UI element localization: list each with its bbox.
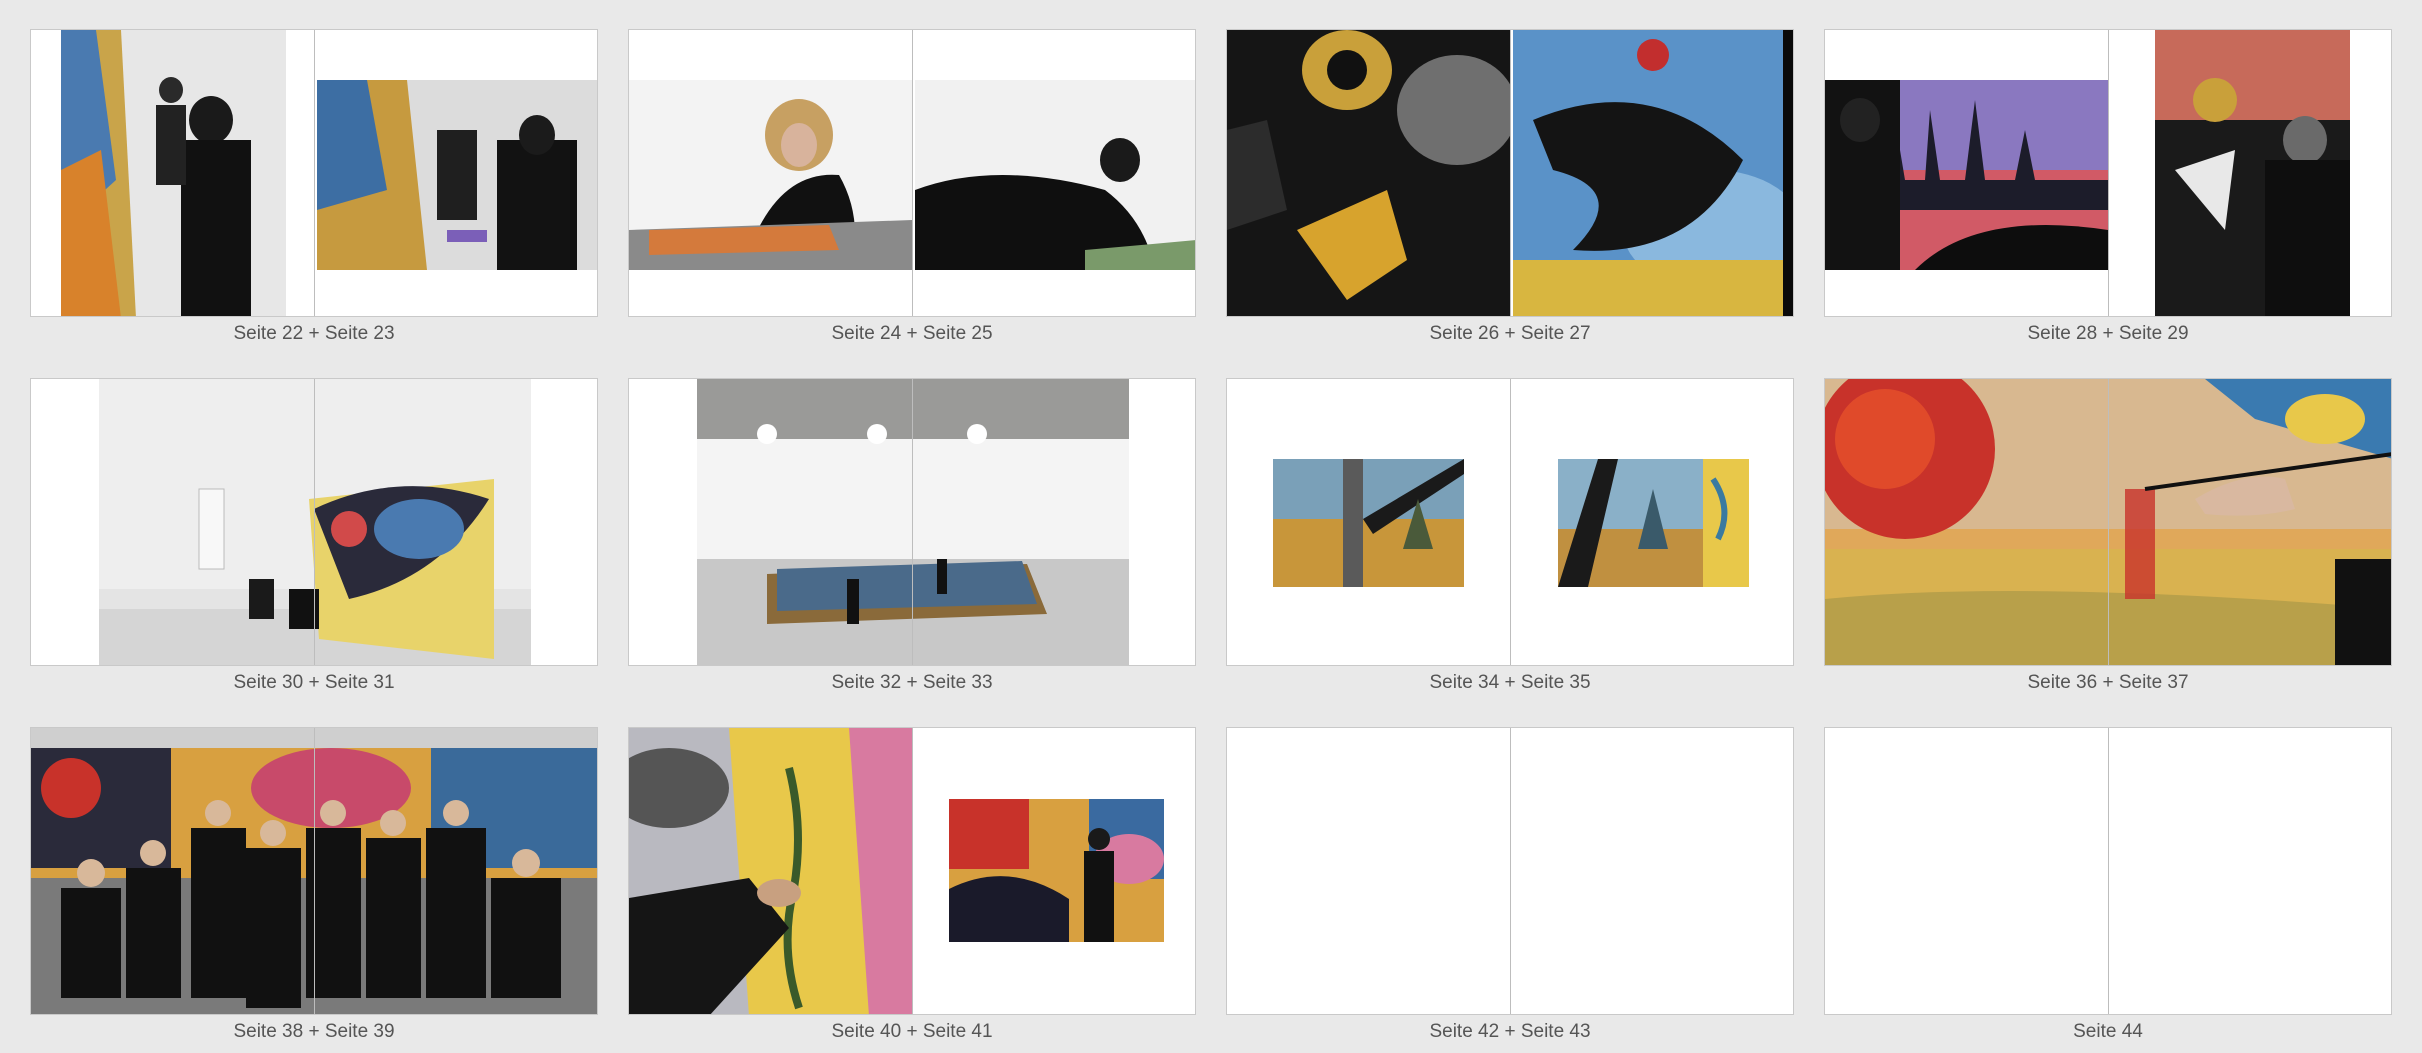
spread-page[interactable] xyxy=(1226,378,1794,666)
spread-thumbnail[interactable]: Seite 38 + Seite 39 xyxy=(30,727,598,1042)
spread-thumbnail[interactable]: Seite 34 + Seite 35 xyxy=(1226,378,1794,693)
spread-label: Seite 38 + Seite 39 xyxy=(233,1021,395,1042)
spread-label: Seite 24 + Seite 25 xyxy=(831,323,993,344)
spread-label: Seite 42 + Seite 43 xyxy=(1429,1021,1591,1042)
painter-at-canvas-photo[interactable] xyxy=(61,30,286,316)
spread-thumbnail[interactable]: Seite 22 + Seite 23 xyxy=(30,29,598,344)
spread-page[interactable] xyxy=(1226,29,1794,317)
dragon-mural-photo[interactable] xyxy=(1513,30,1793,316)
spread-page[interactable] xyxy=(1824,29,2392,317)
spread-thumbnail[interactable]: Seite 32 + Seite 33 xyxy=(628,378,1196,693)
spread-label: Seite 44 xyxy=(2073,1021,2143,1042)
spread-page[interactable] xyxy=(1824,727,2392,1015)
spread-thumbnail[interactable]: Seite 44 xyxy=(1824,727,2392,1042)
spread-page[interactable] xyxy=(30,29,598,317)
spread-label: Seite 36 + Seite 37 xyxy=(2027,672,2189,693)
tree-painting-hand-photo[interactable] xyxy=(629,728,912,1014)
spread-thumbnail[interactable]: Seite 26 + Seite 27 xyxy=(1226,29,1794,344)
artist-kneeling-photo[interactable] xyxy=(915,80,1195,270)
curly-artist-painting-photo[interactable] xyxy=(629,80,912,270)
spread-label: Seite 30 + Seite 31 xyxy=(233,672,395,693)
spread-page[interactable] xyxy=(1824,378,2392,666)
spread-page[interactable] xyxy=(30,727,598,1015)
spread-thumbnail[interactable]: Seite 40 + Seite 41 xyxy=(628,727,1196,1042)
artist-detail-photo[interactable] xyxy=(2155,30,2350,316)
spread-label: Seite 40 + Seite 41 xyxy=(831,1021,993,1042)
spread-thumbnail[interactable]: Seite 36 + Seite 37 xyxy=(1824,378,2392,693)
spread-label: Seite 32 + Seite 33 xyxy=(831,672,993,693)
spread-thumbnail[interactable]: Seite 24 + Seite 25 xyxy=(628,29,1196,344)
desert-painting-small-photo-2[interactable] xyxy=(1558,459,1749,587)
spread-label: Seite 34 + Seite 35 xyxy=(1429,672,1591,693)
spread-page[interactable] xyxy=(628,378,1196,666)
spread-label: Seite 26 + Seite 27 xyxy=(1429,323,1591,344)
skyline-mural-photo[interactable] xyxy=(1825,80,2108,270)
spread-label: Seite 22 + Seite 23 xyxy=(233,323,395,344)
spread-label: Seite 28 + Seite 29 xyxy=(2027,323,2189,344)
spread-page[interactable] xyxy=(628,29,1196,317)
artist-at-mural-photo[interactable] xyxy=(949,799,1164,942)
painters-at-wall-photo[interactable] xyxy=(317,80,597,270)
studio-dragon-canvas-photo[interactable] xyxy=(99,379,531,665)
studio-hall-overview-photo[interactable] xyxy=(697,379,1129,665)
spread-page[interactable] xyxy=(30,378,598,666)
spread-page[interactable] xyxy=(1226,727,1794,1015)
spread-thumbnail[interactable]: Seite 28 + Seite 29 xyxy=(1824,29,2392,344)
spread-grid: Seite 22 + Seite 23 Seite 24 + Seite 25 … xyxy=(30,29,2392,1042)
painting-closeup-photo[interactable] xyxy=(1227,30,1510,316)
spread-page[interactable] xyxy=(628,727,1196,1015)
desert-painting-small-photo[interactable] xyxy=(1273,459,1464,587)
spread-thumbnail[interactable]: Seite 42 + Seite 43 xyxy=(1226,727,1794,1042)
spread-thumbnail[interactable]: Seite 30 + Seite 31 xyxy=(30,378,598,693)
